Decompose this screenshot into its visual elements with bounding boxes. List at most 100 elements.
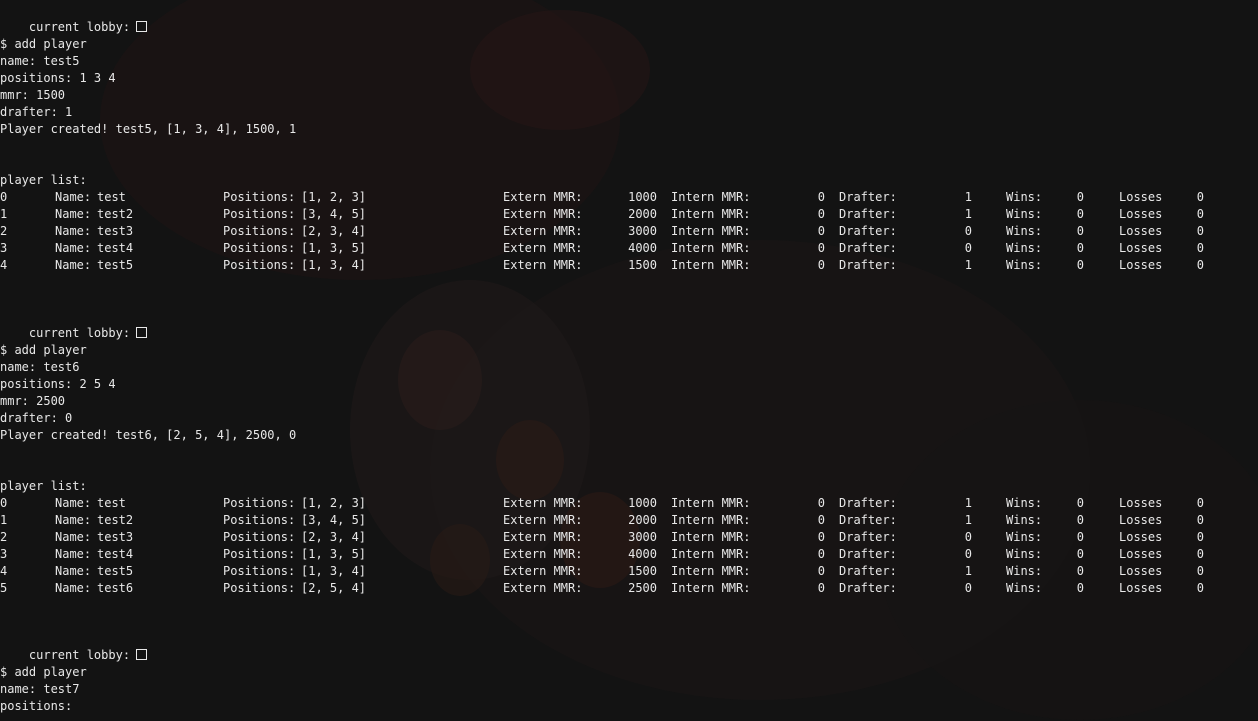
player-drafter-value: 0 bbox=[964, 547, 972, 561]
player-created-line: Player created! test5, [1, 3, 4], 1500, … bbox=[0, 122, 297, 136]
col-intern-label: Intern MMR: bbox=[671, 496, 751, 510]
player-positions-value: [2, 5, 4] bbox=[301, 581, 367, 595]
player-drafter-value: 1 bbox=[964, 190, 972, 204]
player-drafter-value: 1 bbox=[964, 564, 972, 578]
player-name-value: test2 bbox=[97, 513, 134, 527]
player-extern-value: 2000 bbox=[628, 207, 657, 221]
player-row: 3 Name: test4 Positions: [1, 3, 5] Extern MMR… bbox=[0, 546, 1258, 563]
col-intern-label: Intern MMR: bbox=[671, 258, 751, 272]
col-extern-label: Extern MMR: bbox=[503, 496, 583, 510]
player-drafter-value: 1 bbox=[964, 258, 972, 272]
command-line: $ add player bbox=[0, 665, 87, 679]
player-name-value: test bbox=[97, 190, 126, 204]
player-row: 1 Name: test2 Positions: [3, 4, 5] Extern MMR… bbox=[0, 512, 1258, 529]
player-drafter-value: 1 bbox=[964, 496, 972, 510]
player-wins-value: 0 bbox=[1076, 258, 1084, 272]
lobby-line: current lobby: bbox=[0, 630, 148, 662]
col-extern-label: Extern MMR: bbox=[503, 224, 583, 238]
col-extern-label: Extern MMR: bbox=[503, 530, 583, 544]
player-extern-value: 1500 bbox=[628, 564, 657, 578]
col-intern-label: Intern MMR: bbox=[671, 207, 751, 221]
player-intern-value: 0 bbox=[817, 224, 825, 238]
player-name-value: test4 bbox=[97, 547, 134, 561]
player-intern-value: 0 bbox=[817, 547, 825, 561]
col-positions-label: Positions: bbox=[223, 190, 296, 204]
col-positions-label: Positions: bbox=[223, 581, 296, 595]
col-extern-label: Extern MMR: bbox=[503, 513, 583, 527]
player-losses-value: 0 bbox=[1196, 547, 1204, 561]
player-losses-value: 0 bbox=[1196, 564, 1204, 578]
col-positions-label: Positions: bbox=[223, 547, 296, 561]
player-drafter-value: 1 bbox=[964, 513, 972, 527]
col-drafter-label: Drafter: bbox=[839, 496, 897, 510]
col-drafter-label: Drafter: bbox=[839, 258, 897, 272]
col-positions-label: Positions: bbox=[223, 224, 296, 238]
lobby-line: current lobby: bbox=[0, 2, 148, 34]
player-drafter-value: 0 bbox=[964, 530, 972, 544]
col-name-label: Name: bbox=[55, 207, 92, 221]
player-list-label: player list: bbox=[0, 479, 87, 493]
player-extern-value: 1000 bbox=[628, 190, 657, 204]
player-name-value: test bbox=[97, 496, 126, 510]
col-intern-label: Intern MMR: bbox=[671, 224, 751, 238]
player-positions-value: [3, 4, 5] bbox=[301, 513, 367, 527]
col-name-label: Name: bbox=[55, 581, 92, 595]
col-positions-label: Positions: bbox=[223, 496, 296, 510]
player-losses-value: 0 bbox=[1196, 224, 1204, 238]
player-intern-value: 0 bbox=[817, 207, 825, 221]
player-row: 2 Name: test3 Positions: [2, 3, 4] Extern MMR… bbox=[0, 223, 1258, 240]
col-positions-label: Positions: bbox=[223, 207, 296, 221]
player-drafter-value: 0 bbox=[964, 241, 972, 255]
player-idx-value: 1 bbox=[0, 207, 8, 221]
col-drafter-label: Drafter: bbox=[839, 224, 897, 238]
col-losses-label: Losses bbox=[1119, 564, 1163, 578]
player-wins-value: 0 bbox=[1076, 581, 1084, 595]
lobby-empty-box bbox=[136, 21, 148, 32]
col-intern-label: Intern MMR: bbox=[671, 513, 751, 527]
col-intern-label: Intern MMR: bbox=[671, 241, 751, 255]
command-line: $ add player bbox=[0, 37, 87, 51]
player-positions-value: [1, 3, 5] bbox=[301, 547, 367, 561]
player-wins-value: 0 bbox=[1076, 496, 1084, 510]
player-drafter-value: 0 bbox=[964, 224, 972, 238]
player-positions-value: [1, 3, 4] bbox=[301, 258, 367, 272]
col-losses-label: Losses bbox=[1119, 547, 1163, 561]
col-intern-label: Intern MMR: bbox=[671, 530, 751, 544]
player-name-value: test2 bbox=[97, 207, 134, 221]
player-losses-value: 0 bbox=[1196, 530, 1204, 544]
player-name-value: test5 bbox=[97, 564, 134, 578]
player-positions-value: [3, 4, 5] bbox=[301, 207, 367, 221]
player-intern-value: 0 bbox=[817, 258, 825, 272]
player-positions-value: [2, 3, 4] bbox=[301, 224, 367, 238]
col-wins-label: Wins: bbox=[1006, 190, 1043, 204]
name-line: name: test6 bbox=[0, 360, 80, 374]
terminal-output[interactable]: current lobby: $ add player name: test5 … bbox=[0, 0, 1258, 721]
col-losses-label: Losses bbox=[1119, 224, 1163, 238]
player-wins-value: 0 bbox=[1076, 547, 1084, 561]
player-name-value: test4 bbox=[97, 241, 134, 255]
player-intern-value: 0 bbox=[817, 564, 825, 578]
col-losses-label: Losses bbox=[1119, 190, 1163, 204]
player-positions-value: [1, 3, 5] bbox=[301, 241, 367, 255]
col-wins-label: Wins: bbox=[1006, 547, 1043, 561]
col-losses-label: Losses bbox=[1119, 513, 1163, 527]
player-extern-value: 4000 bbox=[628, 547, 657, 561]
player-extern-value: 1500 bbox=[628, 258, 657, 272]
col-wins-label: Wins: bbox=[1006, 241, 1043, 255]
col-losses-label: Losses bbox=[1119, 530, 1163, 544]
positions-input-line[interactable]: positions: bbox=[0, 698, 72, 715]
player-idx-value: 5 bbox=[0, 581, 8, 595]
col-drafter-label: Drafter: bbox=[839, 241, 897, 255]
positions-line: positions: 2 5 4 bbox=[0, 377, 116, 391]
player-intern-value: 0 bbox=[817, 581, 825, 595]
player-wins-value: 0 bbox=[1076, 224, 1084, 238]
col-intern-label: Intern MMR: bbox=[671, 547, 751, 561]
drafter-line: drafter: 0 bbox=[0, 411, 73, 425]
player-losses-value: 0 bbox=[1196, 513, 1204, 527]
player-intern-value: 0 bbox=[817, 530, 825, 544]
col-name-label: Name: bbox=[55, 513, 92, 527]
col-extern-label: Extern MMR: bbox=[503, 258, 583, 272]
player-positions-value: [1, 2, 3] bbox=[301, 496, 367, 510]
mmr-line: mmr: 1500 bbox=[0, 88, 66, 102]
col-positions-label: Positions: bbox=[223, 564, 296, 578]
